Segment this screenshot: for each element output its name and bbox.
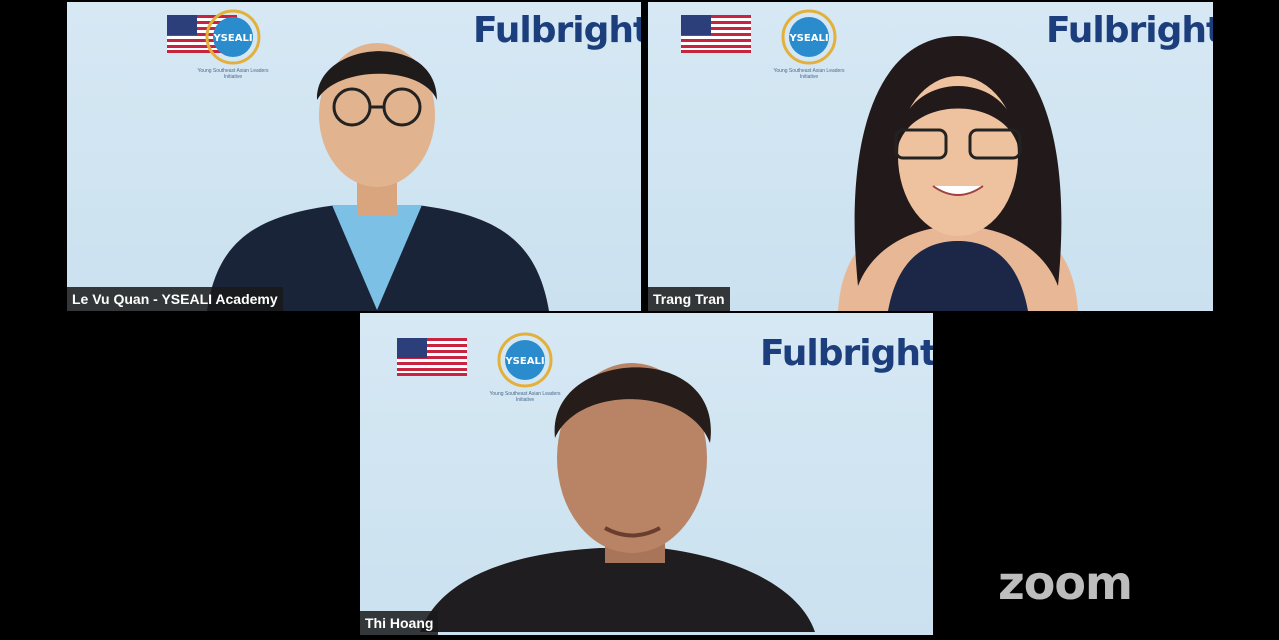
participant-video [838, 36, 1078, 311]
us-flag-icon [681, 15, 751, 53]
video-tile-trang-tran[interactable]: YSEALI Young Southeast Asian Leaders Ini… [648, 2, 1213, 311]
participant-video [420, 363, 815, 632]
participant-video [207, 43, 549, 311]
participant-name-label: Le Vu Quan - YSEALI Academy [67, 287, 283, 311]
zoom-watermark: zoom [998, 556, 1133, 610]
participant-name-label: Thi Hoang [360, 611, 439, 635]
video-tile-le-vu-quan[interactable]: YSEALI Young Southeast Asian Leaders Ini… [67, 2, 641, 311]
video-tile-thi-hoang[interactable]: YSEALI Young Southeast Asian Leaders Ini… [360, 313, 933, 635]
participant-name-label: Trang Tran [648, 287, 730, 311]
